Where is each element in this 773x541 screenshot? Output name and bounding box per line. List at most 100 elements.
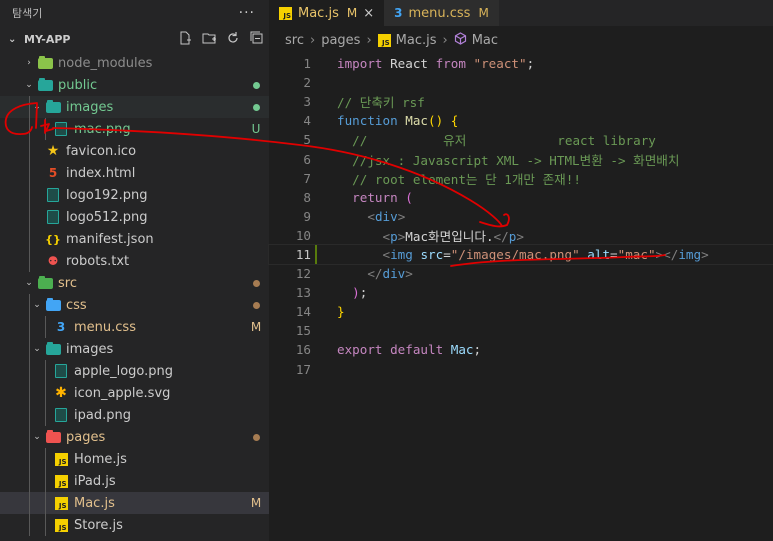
code-token: </ [367, 266, 383, 282]
code-token: src [420, 246, 444, 262]
code-line[interactable]: 3 // 단축키 rsf [269, 92, 773, 111]
new-file-icon[interactable] [173, 31, 197, 48]
image-file-icon [52, 121, 70, 137]
tree-folder-images[interactable]: ⌄ images [0, 338, 269, 360]
tree-folder-images[interactable]: ⌄ images [0, 96, 269, 118]
tree-item-label: apple_logo.png [74, 363, 173, 379]
code-line[interactable]: 9 <div> [269, 207, 773, 226]
code-line[interactable]: 15 [269, 321, 773, 340]
indent-guide [45, 118, 46, 140]
tree-folder-css[interactable]: ⌄ css [0, 294, 269, 316]
explorer-header: 탐색기 ··· [0, 0, 269, 26]
line-number: 1 [303, 56, 311, 72]
tree-item-label: images [66, 99, 114, 115]
code-line[interactable]: 11 <img src="/images/mac.png" alt="mac">… [268, 243, 773, 266]
tree-file-logo192-png[interactable]: logo192.png [0, 184, 269, 206]
code-line[interactable]: 6 //jsx : Javascript XML -> HTML변환 -> 화면… [269, 149, 773, 168]
tree-folder-pages[interactable]: ⌄ pages [0, 426, 269, 448]
code-line[interactable]: 14} [269, 302, 773, 321]
tree-file-favicon-ico[interactable]: ★ favicon.ico [0, 140, 269, 162]
js-icon: JS [52, 473, 70, 489]
tab-menu-css[interactable]: 3 menu.css M [384, 0, 499, 26]
code-line[interactable]: 12 </div> [269, 264, 773, 283]
breadcrumb-file[interactable]: Mac.js [396, 33, 437, 48]
more-actions-icon[interactable]: ··· [239, 5, 255, 21]
breadcrumb-pages[interactable]: pages [321, 33, 360, 48]
close-icon[interactable]: × [363, 6, 374, 21]
code-line[interactable]: 8 return ( [269, 188, 773, 207]
gutter-modified-marker [315, 244, 317, 264]
css3-icon: 3 [56, 320, 66, 334]
git-status-badge: M [250, 320, 262, 334]
symbol-function-icon [454, 31, 467, 49]
tree-file-apple-logo-png[interactable]: apple_logo.png [0, 360, 269, 382]
code-line[interactable]: 1 import React from "react"; [269, 54, 773, 73]
code-editor[interactable]: 1 import React from "react"; 2 3// 단축키 rsf 4… [268, 54, 773, 379]
tree-file-robots-txt[interactable]: ⚉ robots.txt [0, 250, 269, 272]
tab-bar: JS Mac.js M × 3 menu.css M [269, 0, 773, 26]
tree-folder-src[interactable]: ⌄ src [0, 272, 269, 294]
chevron-right-icon: › [27, 58, 31, 68]
code-token: alt [587, 246, 611, 262]
chevron-down-icon: ⌄ [33, 432, 41, 442]
code-token: img [678, 246, 702, 262]
tree-item-label: Mac.js [74, 495, 115, 511]
tab-mac-js[interactable]: JS Mac.js M × [269, 0, 385, 26]
code-line[interactable]: 10 <p>Mac화면입니다.</p> [269, 226, 773, 245]
code-line[interactable]: 4 function Mac() { [269, 111, 773, 130]
line-number: 9 [303, 208, 311, 224]
code-text: </div> [337, 266, 413, 281]
tree-file-mac-png[interactable]: mac.png U [0, 118, 269, 140]
code-token: p [390, 228, 398, 244]
folder-images-icon [44, 341, 62, 357]
tree-item-label: icon_apple.svg [74, 385, 171, 401]
tree-file-index-html[interactable]: 5 index.html [0, 162, 269, 184]
tree-file-icon-apple-svg[interactable]: ✱ icon_apple.svg [0, 382, 269, 404]
tree-file-mac-js[interactable]: JS Mac.js M [0, 492, 269, 514]
tree-file-store-js[interactable]: JS Store.js [0, 514, 269, 536]
folder-public-icon [36, 77, 54, 93]
js-icon: JS [52, 451, 70, 467]
code-line[interactable]: 2 [269, 73, 773, 92]
code-text: //jsx : Javascript XML -> HTML변환 -> 화면배치 [337, 150, 679, 169]
breadcrumb-src[interactable]: src [285, 33, 304, 48]
code-token: "mac" [617, 246, 656, 262]
new-folder-icon[interactable] [197, 31, 221, 48]
tree-file-logo512-png[interactable]: logo512.png [0, 206, 269, 228]
code-token: function [337, 113, 398, 129]
code-line[interactable]: 7 // root element는 단 1개만 존재!! [269, 169, 773, 188]
code-text: // 유저 react library [337, 130, 656, 149]
indent-guide [29, 470, 30, 492]
code-token: //jsx : Javascript XML -> HTML변환 -> 화면배치 [337, 152, 680, 168]
code-line[interactable]: 17 [269, 360, 773, 379]
tree-folder-node-modules[interactable]: › node_modules [0, 52, 269, 74]
tree-item-label: pages [66, 429, 106, 445]
tree-item-label: manifest.json [66, 231, 154, 247]
code-text: ); [337, 285, 367, 300]
code-line[interactable]: 13 ); [269, 283, 773, 302]
code-line[interactable]: 5 // 유저 react library [269, 130, 773, 149]
tree-file-menu-css[interactable]: 3 menu.css M [0, 316, 269, 338]
chevron-down-icon: ⌄ [33, 300, 41, 310]
tree-file-ipad-js[interactable]: JS iPad.js [0, 470, 269, 492]
collapse-icon[interactable] [245, 31, 269, 48]
tree-file-ipad-png[interactable]: ipad.png [0, 404, 269, 426]
explorer-title: 탐색기 [12, 7, 43, 20]
breadcrumb-symbol[interactable]: Mac [472, 33, 498, 48]
code-token: > [405, 266, 413, 282]
project-header[interactable]: ⌄ MY-APP [0, 26, 269, 52]
tree-file-home-js[interactable]: JS Home.js [0, 448, 269, 470]
code-token: img [390, 246, 413, 262]
tab-label: menu.css [408, 5, 471, 21]
code-line[interactable]: 16 export default Mac; [269, 340, 773, 359]
refresh-icon[interactable] [221, 31, 245, 48]
tree-folder-public[interactable]: ⌄ public [0, 74, 269, 96]
code-token: = [443, 246, 451, 262]
tree-item-label: src [58, 275, 77, 291]
js-icon: JS [52, 517, 70, 533]
tree-file-manifest-json[interactable]: {} manifest.json [0, 228, 269, 250]
indent-guide [45, 470, 46, 492]
code-token: default [390, 342, 444, 358]
code-text: return ( [337, 190, 413, 205]
